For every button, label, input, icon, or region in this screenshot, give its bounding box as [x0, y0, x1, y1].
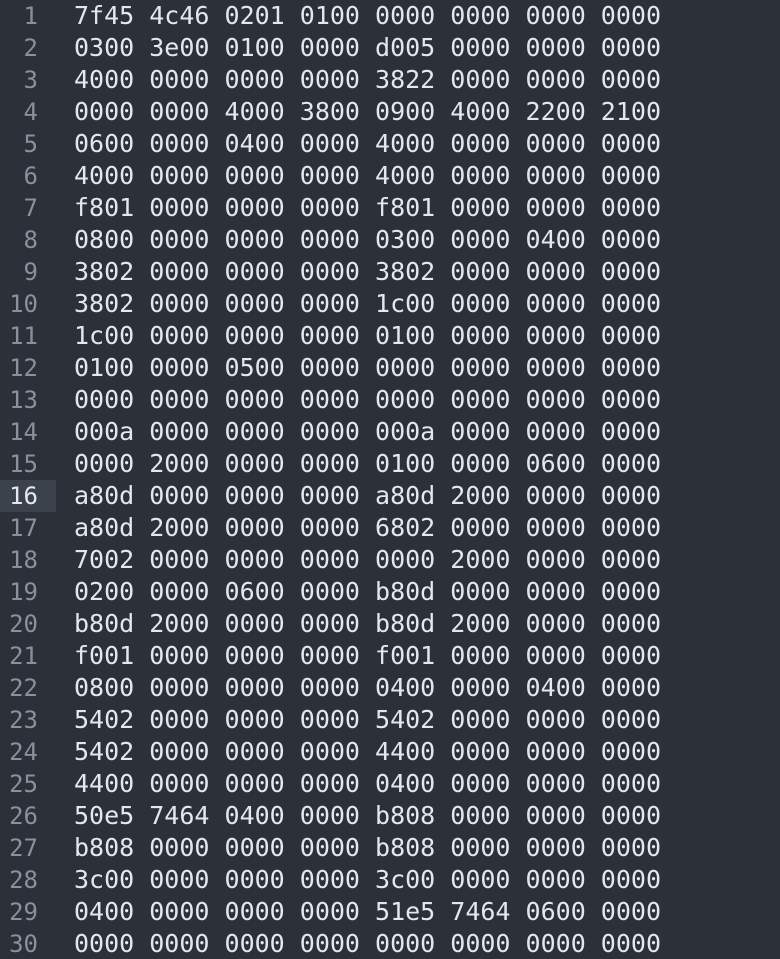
- line-number: 7: [23, 194, 38, 222]
- line-number: 9: [23, 258, 38, 286]
- line-number: 27: [9, 834, 38, 862]
- line-number: 30: [9, 930, 38, 958]
- editor-line[interactable]: 25 4400 0000 0000 0000 0400 0000 0000 000…: [0, 768, 780, 800]
- line-number: 16: [0, 480, 56, 512]
- editor-line[interactable]: 12 0100 0000 0500 0000 0000 0000 0000 000…: [0, 352, 780, 384]
- line-number: 8: [23, 226, 38, 254]
- hex-line-text[interactable]: 5402 0000 0000 0000 5402 0000 0000 0000: [56, 704, 780, 736]
- hex-line-text[interactable]: 0000 0000 0000 0000 0000 0000 0000 0000: [56, 928, 780, 959]
- line-number: 19: [9, 578, 38, 606]
- editor-line[interactable]: 16 a80d 0000 0000 0000 a80d 2000 0000 000…: [0, 480, 780, 512]
- hex-line-text[interactable]: 7f45 4c46 0201 0100 0000 0000 0000 0000: [56, 0, 780, 32]
- editor-line[interactable]: 3 4000 0000 0000 0000 3822 0000 0000 0000: [0, 64, 780, 96]
- line-number: 23: [9, 706, 38, 734]
- hex-line-text[interactable]: 0000 0000 4000 3800 0900 4000 2200 2100: [56, 96, 780, 128]
- hex-line-text[interactable]: 50e5 7464 0400 0000 b808 0000 0000 0000: [56, 800, 780, 832]
- hex-line-text[interactable]: 0200 0000 0600 0000 b80d 0000 0000 0000: [56, 576, 780, 608]
- line-number: 6: [23, 162, 38, 190]
- line-number: 29: [9, 898, 38, 926]
- hex-line-text[interactable]: 4000 0000 0000 0000 3822 0000 0000 0000: [56, 64, 780, 96]
- line-number: 11: [9, 322, 38, 350]
- line-number: 1: [23, 2, 38, 30]
- line-number: 10: [9, 290, 38, 318]
- editor-line[interactable]: 29 0400 0000 0000 0000 51e5 7464 0600 000…: [0, 896, 780, 928]
- editor-line[interactable]: 13 0000 0000 0000 0000 0000 0000 0000 000…: [0, 384, 780, 416]
- line-number: 14: [9, 418, 38, 446]
- line-number: 3: [23, 66, 38, 94]
- hex-line-text[interactable]: 0800 0000 0000 0000 0400 0000 0400 0000: [56, 672, 780, 704]
- editor-line[interactable]: 9 3802 0000 0000 0000 3802 0000 0000 0000: [0, 256, 780, 288]
- hex-line-text[interactable]: 0100 0000 0500 0000 0000 0000 0000 0000: [56, 352, 780, 384]
- hex-line-text[interactable]: 7002 0000 0000 0000 0000 2000 0000 0000: [56, 544, 780, 576]
- hex-line-text[interactable]: a80d 2000 0000 0000 6802 0000 0000 0000: [56, 512, 780, 544]
- editor-line[interactable]: 7 f801 0000 0000 0000 f801 0000 0000 0000: [0, 192, 780, 224]
- hex-line-text[interactable]: 0000 0000 0000 0000 0000 0000 0000 0000: [56, 384, 780, 416]
- editor-line[interactable]: 22 0800 0000 0000 0000 0400 0000 0400 000…: [0, 672, 780, 704]
- line-number: 17: [9, 514, 38, 542]
- editor-line[interactable]: 21 f001 0000 0000 0000 f001 0000 0000 000…: [0, 640, 780, 672]
- editor-line[interactable]: 11 1c00 0000 0000 0000 0100 0000 0000 000…: [0, 320, 780, 352]
- editor-line[interactable]: 19 0200 0000 0600 0000 b80d 0000 0000 000…: [0, 576, 780, 608]
- hex-line-text[interactable]: f001 0000 0000 0000 f001 0000 0000 0000: [56, 640, 780, 672]
- editor-line[interactable]: 24 5402 0000 0000 0000 4400 0000 0000 000…: [0, 736, 780, 768]
- hex-line-text[interactable]: 5402 0000 0000 0000 4400 0000 0000 0000: [56, 736, 780, 768]
- hex-line-text[interactable]: 0300 3e00 0100 0000 d005 0000 0000 0000: [56, 32, 780, 64]
- line-number: 28: [9, 866, 38, 894]
- line-number: 26: [9, 802, 38, 830]
- hex-line-text[interactable]: 0000 2000 0000 0000 0100 0000 0600 0000: [56, 448, 780, 480]
- line-number: 21: [9, 642, 38, 670]
- hex-line-text[interactable]: 000a 0000 0000 0000 000a 0000 0000 0000: [56, 416, 780, 448]
- line-number: 12: [9, 354, 38, 382]
- editor-line[interactable]: 6 4000 0000 0000 0000 4000 0000 0000 0000: [0, 160, 780, 192]
- hex-line-text[interactable]: b80d 2000 0000 0000 b80d 2000 0000 0000: [56, 608, 780, 640]
- editor-lines[interactable]: 1 7f45 4c46 0201 0100 0000 0000 0000 0000…: [0, 0, 780, 959]
- editor-line[interactable]: 2 0300 3e00 0100 0000 d005 0000 0000 0000: [0, 32, 780, 64]
- line-number: 13: [9, 386, 38, 414]
- editor-line[interactable]: 14 000a 0000 0000 0000 000a 0000 0000 000…: [0, 416, 780, 448]
- editor-line[interactable]: 4 0000 0000 4000 3800 0900 4000 2200 2100: [0, 96, 780, 128]
- line-number: 25: [9, 770, 38, 798]
- editor-line[interactable]: 20 b80d 2000 0000 0000 b80d 2000 0000 000…: [0, 608, 780, 640]
- line-number: 24: [9, 738, 38, 766]
- line-number: 20: [9, 610, 38, 638]
- editor-line[interactable]: 28 3c00 0000 0000 0000 3c00 0000 0000 000…: [0, 864, 780, 896]
- line-number: 5: [23, 130, 38, 158]
- hex-line-text[interactable]: 1c00 0000 0000 0000 0100 0000 0000 0000: [56, 320, 780, 352]
- hex-line-text[interactable]: 4000 0000 0000 0000 4000 0000 0000 0000: [56, 160, 780, 192]
- line-number: 15: [9, 450, 38, 478]
- hex-line-text[interactable]: 3802 0000 0000 0000 1c00 0000 0000 0000: [56, 288, 780, 320]
- line-number: 22: [9, 674, 38, 702]
- editor-line[interactable]: 17 a80d 2000 0000 0000 6802 0000 0000 000…: [0, 512, 780, 544]
- hex-line-text[interactable]: b808 0000 0000 0000 b808 0000 0000 0000: [56, 832, 780, 864]
- editor-line[interactable]: 8 0800 0000 0000 0000 0300 0000 0400 0000: [0, 224, 780, 256]
- hex-line-text[interactable]: 0400 0000 0000 0000 51e5 7464 0600 0000: [56, 896, 780, 928]
- line-number: 18: [9, 546, 38, 574]
- editor-line[interactable]: 5 0600 0000 0400 0000 4000 0000 0000 0000: [0, 128, 780, 160]
- editor-line[interactable]: 23 5402 0000 0000 0000 5402 0000 0000 000…: [0, 704, 780, 736]
- hex-line-text[interactable]: 0800 0000 0000 0000 0300 0000 0400 0000: [56, 224, 780, 256]
- line-number: 2: [23, 34, 38, 62]
- editor-line[interactable]: 27 b808 0000 0000 0000 b808 0000 0000 000…: [0, 832, 780, 864]
- hex-editor[interactable]: 1 7f45 4c46 0201 0100 0000 0000 0000 0000…: [0, 0, 780, 959]
- hex-line-text[interactable]: 0600 0000 0400 0000 4000 0000 0000 0000: [56, 128, 780, 160]
- hex-line-text[interactable]: 3802 0000 0000 0000 3802 0000 0000 0000: [56, 256, 780, 288]
- hex-line-text[interactable]: f801 0000 0000 0000 f801 0000 0000 0000: [56, 192, 780, 224]
- editor-line[interactable]: 15 0000 2000 0000 0000 0100 0000 0600 000…: [0, 448, 780, 480]
- line-number: 4: [23, 98, 38, 126]
- editor-line[interactable]: 10 3802 0000 0000 0000 1c00 0000 0000 000…: [0, 288, 780, 320]
- editor-line[interactable]: 26 50e5 7464 0400 0000 b808 0000 0000 000…: [0, 800, 780, 832]
- editor-line[interactable]: 1 7f45 4c46 0201 0100 0000 0000 0000 0000: [0, 0, 780, 32]
- hex-line-text[interactable]: 3c00 0000 0000 0000 3c00 0000 0000 0000: [56, 864, 780, 896]
- hex-line-text[interactable]: a80d 0000 0000 0000 a80d 2000 0000 0000: [56, 480, 780, 512]
- editor-line[interactable]: 30 0000 0000 0000 0000 0000 0000 0000 000…: [0, 928, 780, 959]
- editor-line[interactable]: 18 7002 0000 0000 0000 0000 2000 0000 000…: [0, 544, 780, 576]
- hex-line-text[interactable]: 4400 0000 0000 0000 0400 0000 0000 0000: [56, 768, 780, 800]
